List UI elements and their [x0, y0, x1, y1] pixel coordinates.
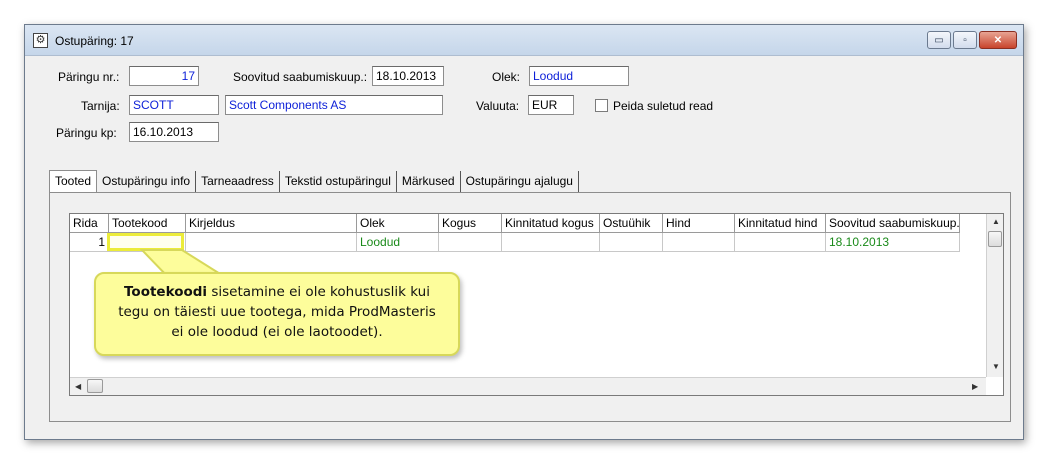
callout-text-3: ei ole loodud (ei ole laotoodet).	[171, 324, 383, 340]
callout-text-1: sisetamine ei ole kohustuslik kui	[207, 284, 430, 300]
callout-bold-term: Tootekoodi	[124, 284, 208, 300]
callout-text-2: tegu on täiesti uue tootega, mida ProdMa…	[118, 304, 436, 320]
callout-pointer	[139, 249, 229, 278]
help-callout: Tootekoodi sisetamine ei ole kohustuslik…	[94, 272, 460, 356]
